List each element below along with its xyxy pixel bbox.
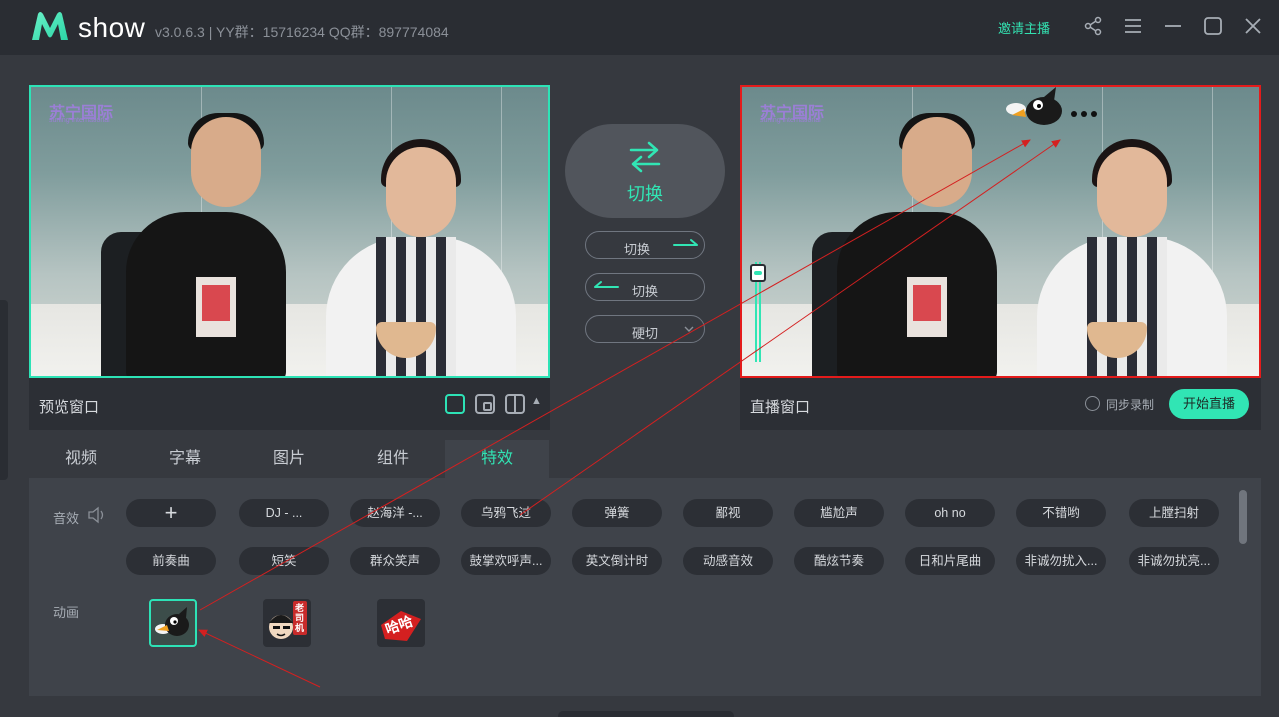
volume-slider-thumb[interactable] [750, 264, 766, 282]
layout-expand-icon[interactable]: ▲ [531, 395, 542, 407]
laosiji-animation-item[interactable]: 老司机 [263, 599, 311, 647]
sound-chip[interactable]: 非诚勿扰亮... [1129, 547, 1219, 575]
menu-icon[interactable] [1121, 14, 1145, 38]
sound-chip[interactable]: 鼓掌欢呼声... [461, 547, 551, 575]
switch-left-label: 切换 [631, 284, 658, 299]
sound-chip[interactable]: 赵海洋 -... [350, 499, 440, 527]
tab-image[interactable]: 图片 [237, 440, 341, 478]
sound-chip[interactable]: 动感音效 [683, 547, 773, 575]
bottom-handle[interactable] [558, 711, 734, 717]
mshow-logo-icon [32, 12, 68, 40]
sound-effects-label: 音效 [53, 511, 80, 526]
sync-record-label: 同步录制 [1106, 398, 1155, 412]
switch-left-button[interactable]: 切换 [585, 273, 705, 301]
switch-right-button[interactable]: 切换 [585, 231, 705, 259]
layout-split-icon[interactable] [505, 394, 525, 414]
live-bar: 直播窗口 同步录制 开始直播 [740, 378, 1261, 430]
layout-pip-icon[interactable] [475, 394, 495, 414]
tab-widget[interactable]: 组件 [341, 440, 445, 478]
start-live-button[interactable]: 开始直播 [1169, 389, 1249, 419]
sound-chip[interactable]: DJ - ... [239, 499, 329, 527]
volume-slider[interactable] [750, 262, 766, 362]
sound-chip[interactable]: 短笑 [239, 547, 329, 575]
share-icon[interactable] [1081, 14, 1105, 38]
switch-main-button[interactable]: 切换 [565, 124, 725, 218]
animation-label: 动画 [53, 605, 80, 620]
video-watermark-sub: suning international [49, 117, 110, 124]
tab-subtitle[interactable]: 字幕 [133, 440, 237, 478]
live-video: 苏宁国际 suning international [740, 85, 1261, 378]
side-collapse-handle[interactable] [0, 300, 8, 480]
sound-chip[interactable]: 不错哟 [1016, 499, 1106, 527]
video-watermark-sub: suning international [760, 117, 821, 124]
layout-single-icon[interactable] [445, 394, 465, 414]
close-icon[interactable] [1241, 14, 1265, 38]
preview-title: 预览窗口 [39, 399, 100, 416]
crow-animation-overlay [1006, 87, 1097, 125]
live-title: 直播窗口 [750, 399, 811, 416]
sound-chip[interactable]: 群众笑声 [350, 547, 440, 575]
crow-animation-item[interactable] [149, 599, 197, 647]
chevron-down-icon [684, 326, 694, 332]
brand-name: show [78, 12, 146, 43]
sound-chip[interactable]: 前奏曲 [126, 547, 216, 575]
speaker-icon[interactable] [87, 506, 107, 524]
arrow-right-icon [673, 239, 698, 246]
sound-chip[interactable]: 日和片尾曲 [905, 547, 995, 575]
sound-chip[interactable]: oh no [905, 499, 995, 527]
sound-chip[interactable]: 英文倒计时 [572, 547, 662, 575]
add-sound-button[interactable]: + [126, 499, 216, 527]
tab-effects[interactable]: 特效 [445, 440, 549, 478]
source-tabs: 视频 字幕 图片 组件 特效 [29, 440, 549, 478]
maximize-icon[interactable] [1201, 14, 1225, 38]
preview-video: 苏宁国际 suning international [29, 85, 550, 378]
sync-record-radio[interactable] [1085, 396, 1100, 411]
invite-host-link[interactable]: 邀请主播 [998, 18, 1050, 37]
version-info: v3.0.6.3 | YY群：15716234 QQ群：897774084 [155, 24, 449, 40]
sound-chip[interactable]: 弹簧 [572, 499, 662, 527]
effects-scrollbar[interactable] [1239, 490, 1247, 544]
sound-chip[interactable]: 酷炫节奏 [794, 547, 884, 575]
preview-bar: 预览窗口 ▲ [29, 378, 550, 430]
sound-chip[interactable]: 上膛扫射 [1129, 499, 1219, 527]
crow-icon [155, 607, 189, 636]
hard-cut-select[interactable]: 硬切 [585, 315, 705, 343]
sound-chip[interactable]: 尴尬声 [794, 499, 884, 527]
switch-main-label: 切换 [627, 184, 663, 204]
minimize-icon[interactable] [1161, 14, 1185, 38]
sound-chip[interactable]: 鄙视 [683, 499, 773, 527]
swap-arrows-icon [629, 141, 661, 173]
title-bar: show v3.0.6.3 | YY群：15716234 QQ群：8977740… [0, 0, 1279, 55]
sound-chip[interactable]: 乌鸦飞过 [461, 499, 551, 527]
sound-chip[interactable]: 非诚勿扰入... [1016, 547, 1106, 575]
laosiji-sticker-text: 老司机 [295, 603, 305, 633]
tab-video[interactable]: 视频 [29, 440, 133, 478]
haha-animation-item[interactable]: 哈哈 [377, 599, 425, 647]
